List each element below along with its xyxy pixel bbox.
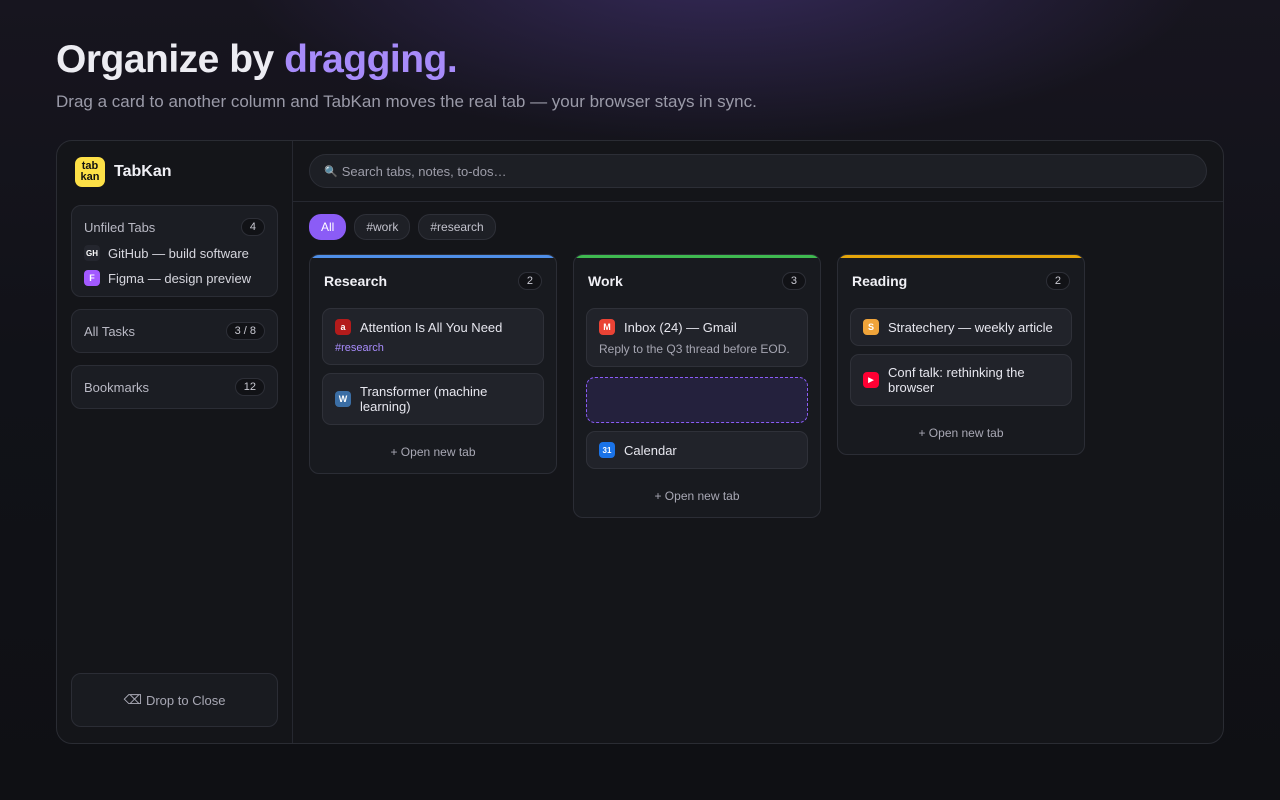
unfiled-tabs-panel[interactable]: Unfiled Tabs 4 GH GitHub — build softwar… — [71, 205, 278, 297]
hero-subtitle: Drag a card to another column and TabKan… — [56, 92, 757, 111]
open-new-tab-button[interactable]: + Open new tab — [586, 489, 808, 503]
brand: tab kan TabKan — [75, 157, 278, 187]
all-tasks-count: 3 / 8 — [225, 322, 265, 340]
tab-card[interactable]: W Transformer (machine learning) — [322, 373, 544, 425]
figma-icon: F — [84, 270, 100, 286]
bookmarks-panel[interactable]: Bookmarks 12 — [71, 365, 278, 409]
column-count: 2 — [517, 272, 542, 290]
filter-chip-work[interactable]: #work — [354, 214, 411, 240]
unfiled-tab-label: Figma — design preview — [108, 270, 252, 286]
backspace-icon: ⌫ — [123, 692, 142, 707]
drop-to-close-label: Drop to Close — [145, 692, 226, 708]
gmail-icon: M — [599, 319, 615, 335]
substack-icon: S — [863, 319, 879, 335]
filter-chips: All #work #research — [293, 202, 1223, 254]
sidebar: tab kan TabKan Unfiled Tabs 4 GH GitHub … — [57, 141, 293, 743]
hero-title: Organize by dragging. — [56, 38, 458, 82]
unfiled-tabs-count: 4 — [240, 218, 265, 236]
column-color-bar — [574, 255, 820, 258]
drop-placeholder[interactable] — [586, 377, 808, 423]
main-area: 🔍 All #work #research Research 2 a Att — [293, 141, 1223, 743]
column-count: 3 — [781, 272, 806, 290]
column-research[interactable]: Research 2 a Attention Is All You Need #… — [309, 254, 557, 474]
open-new-tab-button[interactable]: + Open new tab — [322, 445, 544, 459]
unfiled-tab-figma[interactable]: F Figma — design preview — [84, 270, 265, 286]
bookmarks-count: 12 — [234, 378, 265, 396]
tab-card[interactable]: S Stratechery — weekly article — [850, 308, 1072, 346]
card-title: Calendar — [624, 442, 677, 458]
card-title: Stratechery — weekly article — [888, 319, 1053, 335]
search-icon: 🔍 — [324, 165, 338, 178]
filter-chip-all[interactable]: All — [309, 214, 347, 240]
column-color-bar — [310, 255, 556, 258]
search-bar: 🔍 — [293, 141, 1223, 202]
column-title: Reading — [852, 273, 908, 289]
arxiv-icon: a — [335, 319, 351, 335]
calendar-icon: 31 — [599, 442, 615, 458]
unfiled-tabs-title: Unfiled Tabs — [84, 219, 156, 235]
card-title: Attention Is All You Need — [360, 319, 503, 335]
drop-to-close-zone[interactable]: ⌫ Drop to Close — [71, 673, 278, 727]
column-work[interactable]: Work 3 M Inbox (24) — Gmail Reply to the… — [573, 254, 821, 518]
tab-card[interactable]: a Attention Is All You Need #research — [322, 308, 544, 365]
column-color-bar — [838, 255, 1084, 258]
card-title: Inbox (24) — Gmail — [624, 319, 737, 335]
card-title: Conf talk: rethinking the browser — [888, 365, 1025, 395]
unfiled-tab-label: GitHub — build software — [108, 245, 249, 261]
column-title: Work — [588, 273, 623, 289]
bookmarks-title: Bookmarks — [84, 379, 150, 395]
column-reading[interactable]: Reading 2 S Stratechery — weekly article… — [837, 254, 1085, 455]
card-title: Transformer (machine learning) — [360, 384, 488, 414]
all-tasks-title: All Tasks — [84, 323, 136, 339]
card-tag[interactable]: #research — [335, 342, 531, 354]
kanban-board: Research 2 a Attention Is All You Need #… — [293, 254, 1223, 518]
column-title: Research — [324, 273, 388, 289]
column-count: 2 — [1045, 272, 1070, 290]
open-new-tab-button[interactable]: + Open new tab — [850, 426, 1072, 440]
unfiled-tab-github[interactable]: GH GitHub — build software — [84, 245, 265, 261]
search-box[interactable]: 🔍 — [309, 154, 1207, 188]
card-note: Reply to the Q3 thread before EOD. — [599, 342, 790, 356]
filter-chip-research[interactable]: #research — [418, 214, 496, 240]
tab-card[interactable]: M Inbox (24) — Gmail Reply to the Q3 thr… — [586, 308, 808, 367]
tab-card[interactable]: 31 Calendar — [586, 431, 808, 469]
tab-card[interactable]: ▶ Conf talk: rethinking the browser — [850, 354, 1072, 406]
wikipedia-icon: W — [335, 391, 351, 407]
search-input[interactable] — [341, 163, 1192, 179]
hero-title-accent: dragging. — [284, 38, 458, 81]
app-name: TabKan — [114, 163, 172, 180]
youtube-icon: ▶ — [863, 372, 879, 388]
all-tasks-panel[interactable]: All Tasks 3 / 8 — [71, 309, 278, 353]
tabkan-logo-icon: tab kan — [75, 157, 105, 187]
github-icon: GH — [84, 245, 100, 261]
app-window: tab kan TabKan Unfiled Tabs 4 GH GitHub … — [56, 140, 1224, 744]
hero-title-prefix: Organize by — [56, 38, 285, 81]
